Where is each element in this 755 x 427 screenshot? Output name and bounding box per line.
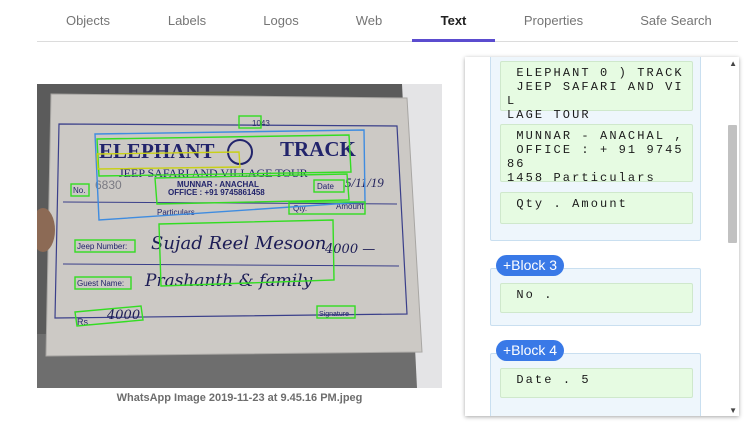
paragraph-text: MUNNAR - ANACHAL , OFFICE : + 91 974586 … [507,129,684,185]
receipt-number: 6830 [95,178,122,192]
receipt-jeep-label: Jeep Number: [77,242,127,251]
paragraph-item[interactable]: ELEPHANT 0 ) TRACK JEEP SAFARI AND VIL L… [500,61,693,122]
receipt-date-label: Date [317,182,334,191]
block-3-chip[interactable]: +Block 3 [496,255,565,276]
paragraph-text: Date . 5 [507,373,591,387]
text-results-panel[interactable]: ELEPHANT 0 ) TRACK JEEP SAFARI AND VIL L… [465,57,739,416]
paragraph-item[interactable]: Qty . Amount [500,192,693,224]
analyzed-image: 1043 ELEPHANT TRACK JEEP SAFARI AND VILL… [37,84,442,388]
tab-objects[interactable]: Objects [47,0,129,42]
receipt-no-label: No. [73,186,85,195]
tab-bar: Objects Labels Logos Web Text Properties… [37,0,738,42]
receipt-title-right: TRACK [280,137,357,161]
triangle-down-icon[interactable]: ▼ [729,406,737,415]
receipt-amount-value: 4000 — [324,242,375,257]
tab-web[interactable]: Web [333,0,405,42]
tab-text[interactable]: Text [412,0,495,42]
block-group: ELEPHANT 0 ) TRACK JEEP SAFARI AND VIL L… [490,57,701,241]
receipt-signature: Signature [319,311,349,318]
triangle-up-icon[interactable]: ▲ [729,59,737,68]
paragraph-item[interactable]: Date . 5 [500,368,693,398]
tab-labels[interactable]: Labels [147,0,227,42]
tab-safe-search[interactable]: Safe Search [633,0,719,42]
block-group: No . [490,268,701,326]
block-group: Date . 5 [490,353,701,416]
tab-logos[interactable]: Logos [243,0,319,42]
block-4-chip[interactable]: +Block 4 [496,340,565,361]
paragraph-text: Qty . Amount [507,197,628,211]
image-caption: WhatsApp Image 2019-11-23 at 9.45.16 PM.… [116,392,363,404]
receipt-jeep-value: Sujad Reel Mesoon [151,233,326,254]
scrollbar-thumb[interactable] [728,125,737,243]
paragraph-text: No . [507,288,554,302]
paragraph-item[interactable]: MUNNAR - ANACHAL , OFFICE : + 91 974586 … [500,124,693,185]
paragraph-item[interactable]: No . [500,283,693,313]
paragraph-text: ELEPHANT 0 ) TRACK JEEP SAFARI AND VIL L… [507,66,684,122]
tab-properties[interactable]: Properties [507,0,600,42]
receipt-qty: Qty. [293,204,307,213]
receipt-guest-label: Guest Name: [77,279,124,288]
receipt-title-left: ELEPHANT [99,139,215,163]
receipt-address-2: OFFICE : +91 9745861458 [168,188,265,197]
active-tab-indicator [412,39,495,42]
